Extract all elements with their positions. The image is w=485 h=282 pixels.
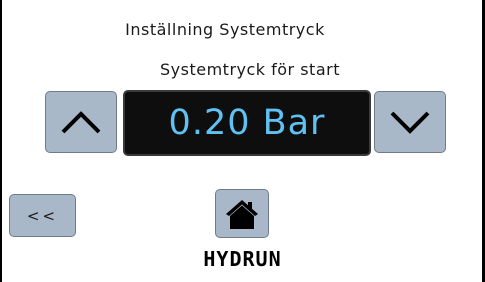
- back-button-label: <<: [26, 206, 59, 225]
- home-icon: [226, 199, 258, 229]
- setting-label: Systemtryck för start: [160, 60, 340, 79]
- back-button[interactable]: <<: [9, 194, 76, 237]
- settings-screen: Inställning Systemtryck Systemtryck för …: [0, 0, 485, 282]
- frame-edge-left: [0, 0, 2, 282]
- increase-button[interactable]: [45, 91, 117, 153]
- pressure-display: 0.20 Bar: [123, 90, 371, 156]
- brand-logo: HYDRUN: [203, 247, 282, 271]
- chevron-up-icon: [61, 111, 101, 134]
- chevron-down-icon: [390, 111, 430, 134]
- decrease-button[interactable]: [374, 91, 446, 153]
- home-button[interactable]: [215, 189, 269, 238]
- pressure-value: 0.20 Bar: [168, 102, 326, 143]
- page-title: Inställning Systemtryck: [125, 20, 325, 39]
